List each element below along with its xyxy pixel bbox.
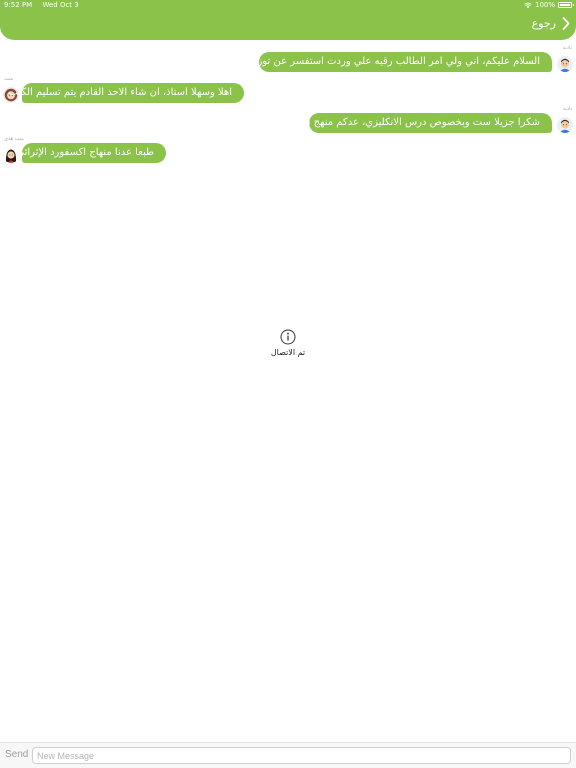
message-bubble[interactable]: شكرا جزيلا ست وبخصوص درس الانكليزي، عدكم…: [286, 113, 552, 133]
status-right: 100%: [524, 1, 574, 9]
system-notice: تم الاتصال: [238, 329, 338, 357]
battery-percent: 100%: [534, 1, 555, 9]
status-date: Wed Oct 3: [42, 1, 79, 9]
avatar-man-icon: [557, 56, 573, 72]
status-left: 9:52 PM Wed Oct 3: [4, 1, 87, 9]
chevron-right-icon: [562, 17, 570, 30]
avatar-father: [557, 56, 573, 72]
avatar-father: [557, 117, 573, 133]
avatar-man-icon: [557, 117, 573, 133]
message-bubble[interactable]: اهلا وسهلا استاذ، ان شاء الاحد القادم يت…: [9, 83, 244, 103]
status-time: 9:52 PM: [4, 1, 33, 9]
back-label: رجوع: [531, 17, 556, 30]
system-notice-text: تم الاتصال: [270, 348, 306, 357]
sender-name: نادية: [562, 45, 572, 51]
info-icon: [280, 329, 296, 345]
battery-icon: [558, 2, 574, 8]
nav-bar: رجوع: [0, 11, 576, 40]
message-input-bar: Send: [0, 742, 576, 768]
sender-name: منت هدى: [4, 136, 24, 142]
status-bar: 9:52 PM Wed Oct 3 100%: [0, 0, 576, 11]
message-bubble[interactable]: طبعا عدنا منهاج اكسفورد الإثرائي: [16, 143, 166, 163]
send-button[interactable]: Send: [5, 749, 28, 760]
sender-name: منت: [4, 76, 14, 82]
wifi-icon: [524, 2, 532, 8]
message-bubble[interactable]: السلام عليكم، اني ولي امر الطالب رقيه عل…: [222, 52, 552, 72]
back-button[interactable]: رجوع: [532, 17, 570, 30]
sender-name: نادية: [562, 106, 572, 112]
message-input[interactable]: [32, 747, 571, 764]
